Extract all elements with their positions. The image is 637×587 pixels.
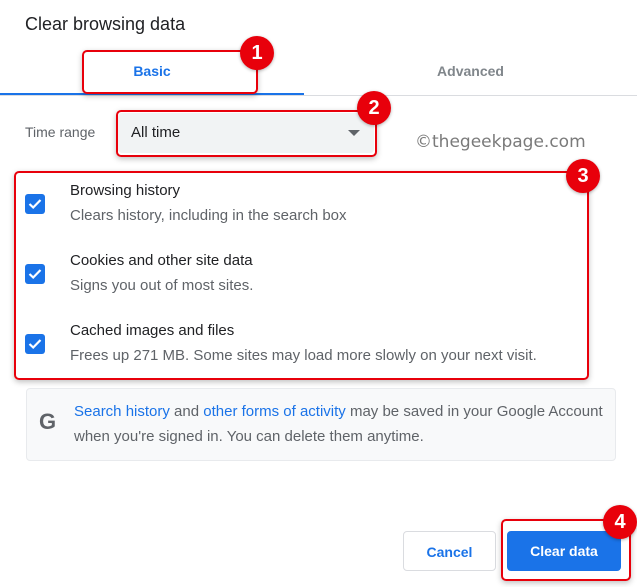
other-activity-link[interactable]: other forms of activity [203,403,346,420]
tab-basic[interactable]: Basic [0,48,304,94]
item-description: Clears history, including in the search … [70,207,347,224]
info-text: Search history and other forms of activi… [74,399,604,449]
item-description: Signs you out of most sites. [70,277,254,294]
watermark: ©thegeekpage.com [415,132,586,152]
time-range-value: All time [131,124,181,141]
item-label: Browsing history [70,182,181,199]
checkmark-icon [28,339,42,350]
checkbox-item-cache: Cached images and files Frees up 271 MB.… [0,320,600,370]
tab-advanced[interactable]: Advanced [304,48,637,94]
tab-divider [0,95,637,96]
item-label: Cookies and other site data [70,252,253,269]
time-range-select[interactable]: All time [118,113,374,153]
item-description: Frees up 271 MB. Some sites may load mor… [70,347,537,364]
search-history-link[interactable]: Search history [74,403,170,420]
google-account-info-box: G Search history and other forms of acti… [26,388,616,461]
dialog-title: Clear browsing data [25,14,186,34]
time-range-label: Time range [25,124,96,140]
cache-checkbox[interactable] [25,334,45,354]
checkbox-item-browsing-history: Browsing history Clears history, includi… [0,180,600,230]
cookies-checkbox[interactable] [25,264,45,284]
item-label: Cached images and files [70,322,235,339]
cancel-button[interactable]: Cancel [403,531,496,571]
info-text-part: and [169,403,204,420]
checkbox-item-cookies: Cookies and other site data Signs you ou… [0,250,600,300]
google-g-icon: G [39,409,57,434]
checkmark-icon [28,269,42,280]
dropdown-caret-icon [348,130,360,136]
checkmark-icon [28,199,42,210]
tab-bar: Basic Advanced [0,48,637,95]
clear-data-button[interactable]: Clear data [507,531,621,571]
browsing-history-checkbox[interactable] [25,194,45,214]
